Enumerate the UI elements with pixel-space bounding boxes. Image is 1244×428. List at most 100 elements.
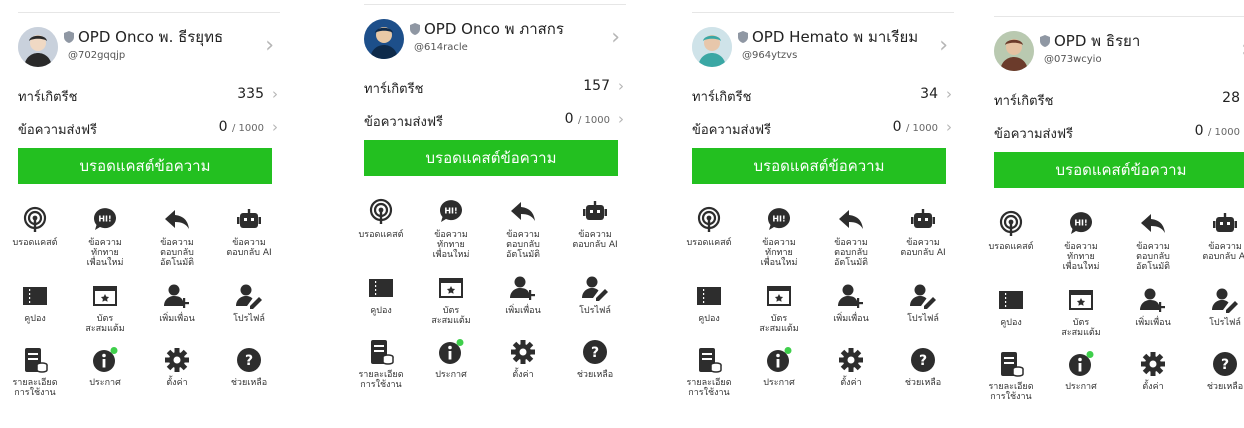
settings-gear-icon <box>163 346 191 374</box>
menu-item-settings-gear[interactable]: ตั้งค่า <box>488 338 558 380</box>
broadcast-icon <box>695 206 723 234</box>
menu-item-help[interactable]: ? ช่วยเหลือ <box>888 346 958 388</box>
target-reach-row[interactable]: ทาร์เกิตรีช 28 › <box>994 90 1244 110</box>
menu-item-reward-card[interactable]: บัตร สะสมแต้ม <box>70 282 140 334</box>
free-messages-row[interactable]: ข้อความส่งฟรี 0 / 1000 › <box>692 118 954 139</box>
menu-item-reward-card[interactable]: บัตร สะสมแต้ม <box>1046 286 1116 338</box>
menu-item-add-friend[interactable]: เพิ่มเพื่อน <box>488 274 558 316</box>
svg-text:HI!: HI! <box>98 215 111 224</box>
free-messages-total: / 1000 <box>906 123 938 134</box>
menu-item-add-friend[interactable]: เพิ่มเพื่อน <box>142 282 212 324</box>
hi-greeting-icon: HI! <box>91 206 119 234</box>
add-friend-icon <box>1139 286 1167 314</box>
menu-item-usage-details[interactable]: รายละเอียด การใช้งาน <box>976 350 1046 402</box>
menu-item-settings-gear[interactable]: ตั้งค่า <box>1118 350 1188 392</box>
menu-item-auto-reply[interactable]: ข้อความ ตอบกลับ อัตโนมัติ <box>488 198 558 260</box>
menu-item-auto-reply[interactable]: ข้อความ ตอบกลับ อัตโนมัติ <box>1118 210 1188 272</box>
menu-item-profile-edit[interactable]: โปรไฟล์ <box>214 282 284 324</box>
menu-item-settings-gear[interactable]: ตั้งค่า <box>816 346 886 388</box>
menu-item-ai-bot[interactable]: ข้อความ ตอบกลับ AI <box>214 206 284 258</box>
menu-item-announcement[interactable]: ประกาศ <box>70 346 140 388</box>
broadcast-message-button[interactable]: บรอดแคสต์ข้อความ <box>364 140 618 176</box>
menu-item-announcement[interactable]: ประกาศ <box>1046 350 1116 392</box>
menu-item-auto-reply[interactable]: ข้อความ ตอบกลับ อัตโนมัติ <box>142 206 212 268</box>
menu-item-profile-edit[interactable]: โปรไฟล์ <box>1190 286 1244 328</box>
target-reach-count: 335 <box>237 86 264 102</box>
menu-item-reward-card[interactable]: บัตร สะสมแต้ม <box>744 282 814 334</box>
menu-item-ai-bot[interactable]: ข้อความ ตอบกลับ AI <box>560 198 630 250</box>
broadcast-icon <box>997 210 1025 238</box>
menu-item-settings-gear[interactable]: ตั้งค่า <box>142 346 212 388</box>
target-reach-row[interactable]: ทาร์เกิตรีช 335 › <box>18 85 280 106</box>
hi-greeting-icon: HI! <box>765 206 793 234</box>
menu-item-help[interactable]: ? ช่วยเหลือ <box>214 346 284 388</box>
help-icon: ? <box>1211 350 1239 378</box>
menu-item-usage-details[interactable]: รายละเอียด การใช้งาน <box>674 346 744 398</box>
avatar <box>692 27 732 67</box>
menu-grid: บรอดแคสต์ HI! ข้อความ ทักทาย เพื่อนใหม่ ข้อ… <box>12 206 288 416</box>
menu-item-profile-edit[interactable]: โปรไฟล์ <box>888 282 958 324</box>
account-header[interactable]: OPD Hemato พ มาเรียม @964ytzvs › <box>692 24 954 70</box>
menu-item-hi-greeting[interactable]: HI! ข้อความ ทักทาย เพื่อนใหม่ <box>416 198 486 260</box>
menu-item-broadcast[interactable]: บรอดแคสต์ <box>674 206 744 248</box>
menu-item-profile-edit[interactable]: โปรไฟล์ <box>560 274 630 316</box>
verified-shield-icon <box>1040 35 1050 47</box>
chevron-right-icon: › <box>946 118 952 136</box>
account-panel: OPD Onco พ. ธีรยุทธ @702gqqjp › ทาร์เกิต… <box>12 0 280 420</box>
free-messages-row[interactable]: ข้อความส่งฟรี 0 / 1000 › <box>994 123 1244 143</box>
menu-item-auto-reply[interactable]: ข้อความ ตอบกลับ อัตโนมัติ <box>816 206 886 268</box>
account-header[interactable]: OPD Onco พ. ธีรยุทธ @702gqqjp › <box>18 24 280 70</box>
target-reach-count: 28 <box>1222 90 1240 106</box>
menu-item-broadcast[interactable]: บรอดแคสต์ <box>976 210 1046 252</box>
menu-item-label: บัตร สะสมแต้ม <box>85 314 125 334</box>
chevron-right-icon: › <box>272 85 278 103</box>
free-messages-row[interactable]: ข้อความส่งฟรี 0 / 1000 › <box>18 118 280 139</box>
menu-item-coupon[interactable]: คูปอง <box>346 274 416 316</box>
menu-item-label: บรอดแคสต์ <box>12 238 58 248</box>
menu-item-add-friend[interactable]: เพิ่มเพื่อน <box>1118 286 1188 328</box>
menu-item-ai-bot[interactable]: ข้อความ ตอบกลับ AI <box>888 206 958 258</box>
menu-item-announcement[interactable]: ประกาศ <box>744 346 814 388</box>
menu-item-coupon[interactable]: คูปอง <box>674 282 744 324</box>
menu-item-hi-greeting[interactable]: HI! ข้อความ ทักทาย เพื่อนใหม่ <box>744 206 814 268</box>
account-header[interactable]: OPD Onco พ ภาสกร @614racle › <box>364 16 626 62</box>
chevron-right-icon: › <box>618 77 624 95</box>
account-name: OPD Onco พ. ธีรยุทธ <box>78 28 224 46</box>
menu-item-help[interactable]: ? ช่วยเหลือ <box>560 338 630 380</box>
menu-item-help[interactable]: ? ช่วยเหลือ <box>1190 350 1244 392</box>
target-reach-row[interactable]: ทาร์เกิตรีช 34 › <box>692 85 954 106</box>
avatar <box>364 19 404 59</box>
menu-item-reward-card[interactable]: บัตร สะสมแต้ม <box>416 274 486 326</box>
chevron-right-icon: › <box>946 85 952 103</box>
reward-card-icon <box>1067 286 1095 314</box>
menu-item-label: ตั้งค่า <box>840 378 862 388</box>
account-header[interactable]: OPD พ ธิรยา @073wcyio › <box>994 28 1244 74</box>
menu-item-label: คูปอง <box>698 314 720 324</box>
ai-bot-icon <box>581 198 609 226</box>
menu-item-label: ช่วยเหลือ <box>230 378 268 388</box>
broadcast-message-button[interactable]: บรอดแคสต์ข้อความ <box>18 148 272 184</box>
broadcast-message-button[interactable]: บรอดแคสต์ข้อความ <box>994 152 1244 188</box>
usage-details-icon <box>695 346 723 374</box>
menu-item-hi-greeting[interactable]: HI! ข้อความ ทักทาย เพื่อนใหม่ <box>1046 210 1116 272</box>
menu-grid: บรอดแคสต์ HI! ข้อความ ทักทาย เพื่อนใหม่ ข้อ… <box>358 198 634 408</box>
menu-item-label: ข้อความ ทักทาย เพื่อนใหม่ <box>760 238 798 268</box>
menu-item-hi-greeting[interactable]: HI! ข้อความ ทักทาย เพื่อนใหม่ <box>70 206 140 268</box>
free-messages-row[interactable]: ข้อความส่งฟรี 0 / 1000 › <box>364 110 626 131</box>
menu-item-announcement[interactable]: ประกาศ <box>416 338 486 380</box>
menu-item-ai-bot[interactable]: ข้อความ ตอบกลับ AI <box>1190 210 1244 262</box>
free-messages-label: ข้อความส่งฟรี <box>364 115 444 130</box>
menu-item-label: ประกาศ <box>435 370 467 380</box>
broadcast-message-button[interactable]: บรอดแคสต์ข้อความ <box>692 148 946 184</box>
menu-item-broadcast[interactable]: บรอดแคสต์ <box>346 198 416 240</box>
menu-item-coupon[interactable]: คูปอง <box>976 286 1046 328</box>
menu-item-add-friend[interactable]: เพิ่มเพื่อน <box>816 282 886 324</box>
target-reach-row[interactable]: ทาร์เกิตรีช 157 › <box>364 77 626 98</box>
menu-item-usage-details[interactable]: รายละเอียด การใช้งาน <box>346 338 416 390</box>
ai-bot-icon <box>909 206 937 234</box>
menu-item-broadcast[interactable]: บรอดแคสต์ <box>0 206 70 248</box>
target-reach-label: ทาร์เกิตรีช <box>692 90 752 105</box>
avatar <box>994 31 1034 71</box>
menu-item-usage-details[interactable]: รายละเอียด การใช้งาน <box>0 346 70 398</box>
menu-item-coupon[interactable]: คูปอง <box>0 282 70 324</box>
